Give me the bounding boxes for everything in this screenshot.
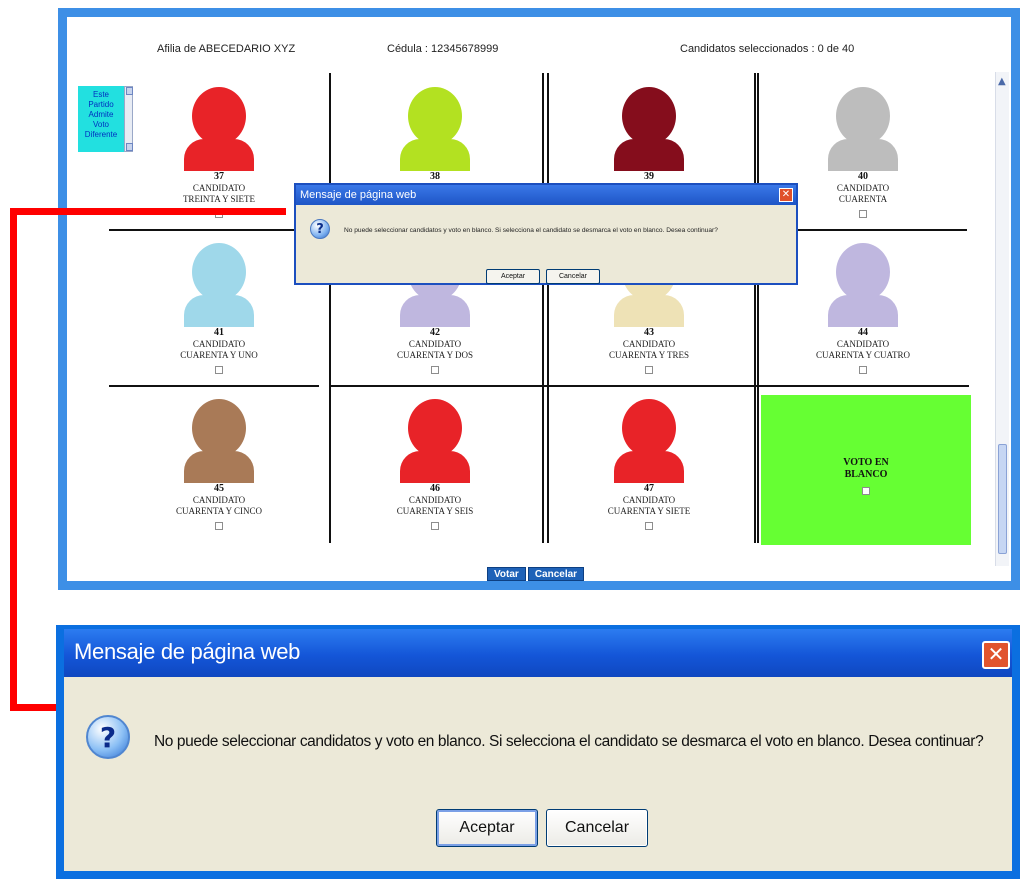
grid-divider	[329, 385, 969, 387]
candidate-avatar	[614, 87, 684, 173]
grid-divider	[797, 229, 967, 231]
close-icon[interactable]: ✕	[982, 641, 1010, 669]
candidate-avatar	[184, 87, 254, 173]
cancel-vote-button[interactable]: Cancelar	[527, 567, 585, 581]
party-info-box: Este Partido Admite Voto Diferente	[78, 86, 124, 152]
candidate-name: CANDIDATO CUARENTA Y SIETE	[607, 495, 691, 516]
dialog-message: No puede seleccionar candidatos y voto e…	[344, 227, 718, 234]
question-icon: ?	[86, 715, 130, 759]
affiliation-text: Afilia de ABECEDARIO XYZ	[157, 43, 296, 55]
candidate-number: 37	[214, 171, 224, 182]
blank-vote-card[interactable]: VOTO EN BLANCO	[761, 395, 971, 545]
candidate-number: 44	[858, 327, 868, 338]
dialog-title: Mensaje de página web	[296, 185, 796, 205]
dialog-title: Mensaje de página web	[64, 629, 1012, 677]
candidate-checkbox[interactable]	[645, 522, 653, 530]
grid-divider	[757, 73, 759, 543]
cedula-text: Cédula : 12345678999	[387, 43, 499, 55]
candidate-avatar	[614, 399, 684, 485]
candidate-name: CANDIDATO CUARENTA Y DOS	[396, 339, 474, 360]
candidate-card[interactable]: 46 CANDIDATO CUARENTA Y SEIS	[335, 393, 535, 541]
candidate-checkbox[interactable]	[215, 366, 223, 374]
candidate-number: 45	[214, 483, 224, 494]
candidate-number: 42	[430, 327, 440, 338]
candidate-avatar	[400, 87, 470, 173]
candidate-card[interactable]: 41 CANDIDATO CUARENTA Y UNO	[119, 237, 319, 385]
candidate-name: CANDIDATO CUARENTA Y CUATRO	[815, 339, 911, 360]
accept-button[interactable]: Aceptar	[436, 809, 538, 847]
grid-divider	[754, 73, 756, 543]
dialog-message: No puede seleccionar candidatos y voto e…	[154, 733, 984, 750]
grid-divider	[109, 385, 319, 387]
candidate-card[interactable]: 37 CANDIDATO TREINTA Y SIETE	[119, 81, 319, 229]
candidate-checkbox[interactable]	[859, 210, 867, 218]
connector-arrow-top	[10, 208, 286, 215]
candidate-avatar	[828, 87, 898, 173]
candidate-avatar	[400, 399, 470, 485]
cancel-button[interactable]: Cancelar	[546, 269, 600, 284]
selected-count-text: Candidatos seleccionados : 0 de 40	[680, 43, 855, 55]
dialog-buttons: Aceptar Cancelar	[486, 265, 606, 284]
close-icon[interactable]: ✕	[779, 188, 793, 202]
candidate-number: 46	[430, 483, 440, 494]
candidate-avatar	[184, 399, 254, 485]
candidate-name: CANDIDATO TREINTA Y SIETE	[182, 183, 256, 204]
candidate-checkbox[interactable]	[431, 366, 439, 374]
candidate-number: 38	[430, 171, 440, 182]
blank-vote-checkbox[interactable]	[862, 487, 870, 495]
dialog-buttons: Aceptar Cancelar	[436, 809, 656, 847]
accept-button[interactable]: Aceptar	[486, 269, 540, 284]
connector-arrow-vertical	[10, 208, 17, 708]
ballot-header: Afilia de ABECEDARIO XYZ Cédula : 123456…	[67, 37, 1011, 57]
candidate-number: 41	[214, 327, 224, 338]
scroll-thumb[interactable]	[998, 444, 1007, 554]
question-icon: ?	[310, 219, 330, 239]
candidate-checkbox[interactable]	[859, 366, 867, 374]
page-scrollbar[interactable]: ▲	[995, 72, 1009, 566]
candidate-name: CANDIDATO CUARENTA Y UNO	[180, 339, 258, 360]
candidate-avatar	[828, 243, 898, 329]
candidate-avatar	[184, 243, 254, 329]
candidate-number: 40	[858, 171, 868, 182]
candidate-number: 47	[644, 483, 654, 494]
blank-vote-label: VOTO EN BLANCO	[843, 457, 889, 480]
confirm-dialog-zoomed: Mensaje de página web ✕ ? No puede selec…	[56, 625, 1020, 879]
candidate-number: 43	[644, 327, 654, 338]
voting-screen: Afilia de ABECEDARIO XYZ Cédula : 123456…	[58, 8, 1020, 590]
candidate-name: CANDIDATO CUARENTA Y SEIS	[396, 495, 474, 516]
candidate-checkbox[interactable]	[645, 366, 653, 374]
cancel-button[interactable]: Cancelar	[546, 809, 648, 847]
scroll-up-icon[interactable]: ▲	[998, 76, 1006, 87]
ballot-actions: Votar Cancelar	[487, 564, 586, 581]
grid-divider	[329, 73, 331, 543]
candidate-number: 39	[644, 171, 654, 182]
candidate-checkbox[interactable]	[215, 522, 223, 530]
candidate-name: CANDIDATO CUARENTA Y CINCO	[175, 495, 263, 516]
candidate-checkbox[interactable]	[431, 522, 439, 530]
vote-button[interactable]: Votar	[487, 567, 526, 581]
candidate-name: CANDIDATO CUARENTA Y TRES	[609, 339, 689, 360]
candidate-card[interactable]: 45 CANDIDATO CUARENTA Y CINCO	[119, 393, 319, 541]
candidate-card[interactable]: 47 CANDIDATO CUARENTA Y SIETE	[549, 393, 749, 541]
confirm-dialog-small: Mensaje de página web ✕ ? No puede selec…	[294, 183, 798, 285]
grid-divider	[542, 73, 544, 543]
